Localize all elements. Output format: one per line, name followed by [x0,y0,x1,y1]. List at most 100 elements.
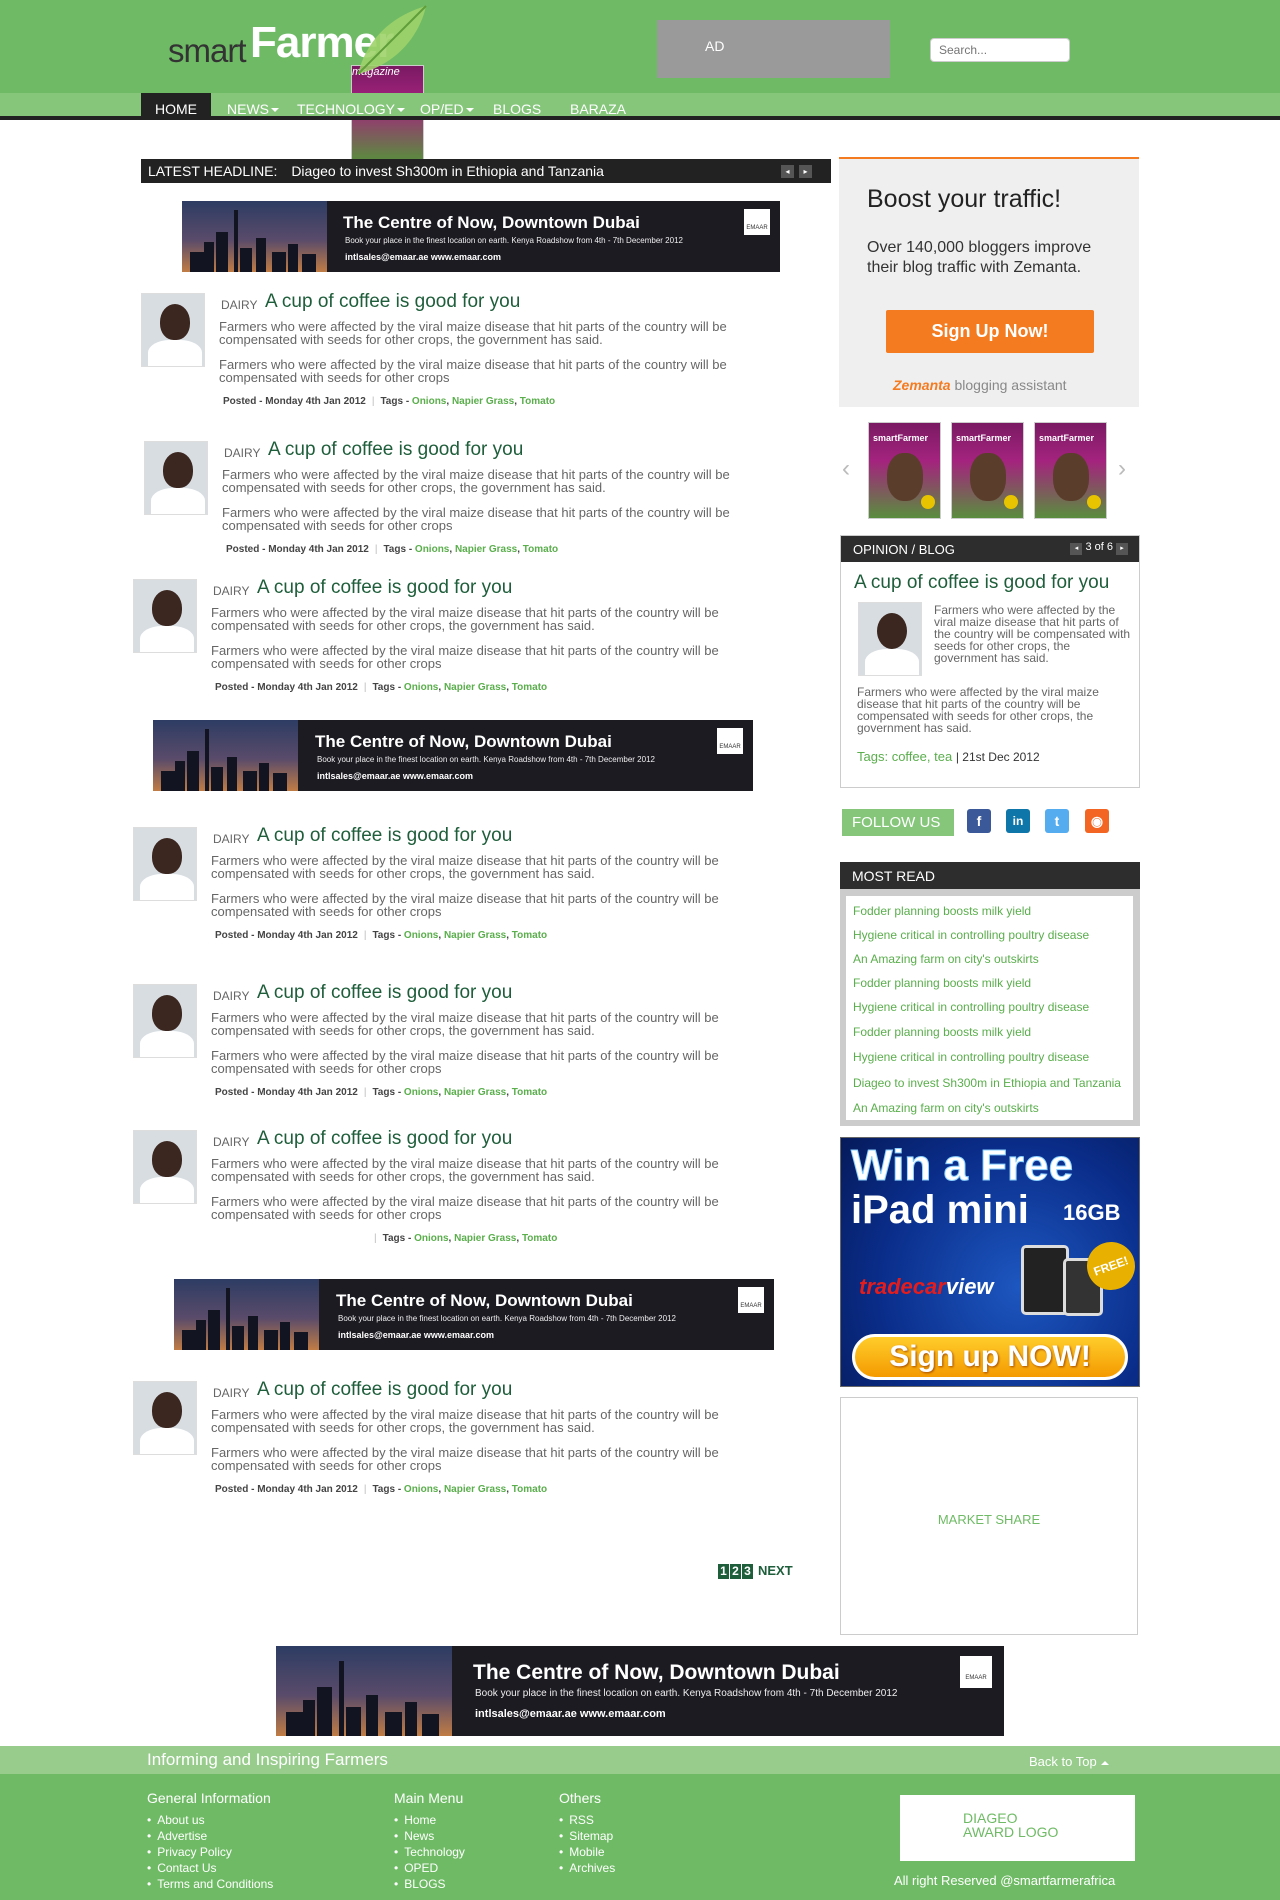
site-logo[interactable]: smart Farmer magazine [168,5,448,162]
page-3-link[interactable]: 3 [742,1564,753,1579]
opinion-prev-icon[interactable]: ◂ [1070,543,1083,555]
article-tag-link[interactable]: Napier Grass [444,1087,506,1098]
opinion-next-icon[interactable]: ▸ [1116,543,1128,555]
article-thumbnail[interactable] [133,1130,197,1204]
magazine-cover[interactable]: smartFarmer [951,422,1024,519]
article-tag-link[interactable]: Tomato [512,1484,547,1495]
article-title[interactable]: A cup of coffee is good for you [257,825,512,847]
article-title[interactable]: A cup of coffee is good for you [257,982,512,1004]
article-tag-link[interactable]: Napier Grass [444,1484,506,1495]
article-tag-link[interactable]: Napier Grass [444,930,506,941]
carousel-prev-icon[interactable]: ‹ [842,455,850,483]
article-tag-link[interactable]: Tomato [512,1087,547,1098]
article-tag-link[interactable]: Tomato [522,1233,557,1244]
article-tag-link[interactable]: Napier Grass [444,682,506,693]
emaar-banner-ad[interactable]: The Centre of Now, Downtown Dubai Book yo… [182,201,780,272]
article-tag-link[interactable]: Tomato [520,396,555,407]
footer-link[interactable]: Terms and Conditions [147,1876,273,1892]
magazine-cover[interactable]: smartFarmer [1034,422,1107,519]
most-read-link[interactable]: An Amazing farm on city's outskirts [853,1101,1039,1115]
footer-link[interactable]: Sitemap [559,1828,615,1844]
nav-baraza[interactable]: BARAZA [570,93,626,120]
back-to-top-link[interactable]: Back to Top [1029,1754,1109,1769]
most-read-link[interactable]: Hygiene critical in controlling poultry … [853,928,1089,942]
article-thumbnail[interactable] [144,441,208,515]
article-title[interactable]: A cup of coffee is good for you [265,291,520,313]
article-tag-link[interactable]: Napier Grass [455,544,517,555]
linkedin-icon[interactable]: in [1006,809,1030,833]
nav-news[interactable]: NEWS [227,93,279,120]
article-tag-link[interactable]: Onions [414,1233,448,1244]
magazine-cover[interactable]: smartFarmer [868,422,941,519]
article-title[interactable]: A cup of coffee is good for you [257,1128,512,1150]
footer-link[interactable]: Technology [394,1844,465,1860]
emaar-banner-ad[interactable]: The Centre of Now, Downtown Dubai Book yo… [276,1646,1004,1736]
nav-oped[interactable]: OP/ED [420,93,474,120]
footer-link[interactable]: Privacy Policy [147,1844,273,1860]
article-category[interactable]: DAIRY [224,446,260,460]
article-tag-link[interactable]: Tomato [512,930,547,941]
twitter-icon[interactable]: t [1045,809,1069,833]
ipad-signup-button[interactable]: Sign up NOW! [852,1334,1128,1380]
footer-link[interactable]: News [394,1828,465,1844]
footer-link[interactable]: Archives [559,1860,615,1876]
article-category[interactable]: DAIRY [221,298,257,312]
footer-link[interactable]: Home [394,1812,465,1828]
zemanta-signup-button[interactable]: Sign Up Now! [886,310,1094,353]
article-thumbnail[interactable] [133,579,197,653]
article-tag-link[interactable]: Onions [404,930,438,941]
article-thumbnail[interactable] [133,984,197,1058]
article-tag-link[interactable]: Tomato [512,682,547,693]
next-page-link[interactable]: NEXT [758,1563,793,1578]
search-input[interactable] [930,38,1070,62]
most-read-link[interactable]: Hygiene critical in controlling poultry … [853,1000,1089,1014]
most-read-link[interactable]: Fodder planning boosts milk yield [853,1025,1031,1039]
article-thumbnail[interactable] [133,827,197,901]
most-read-link[interactable]: Fodder planning boosts milk yield [853,904,1031,918]
footer-link[interactable]: Contact Us [147,1860,273,1876]
nav-blogs[interactable]: BLOGS [493,93,541,120]
opinion-tags-links[interactable]: coffee, tea [892,749,952,764]
footer-link[interactable]: About us [147,1812,273,1828]
article-tag-link[interactable]: Onions [415,544,449,555]
rss-icon[interactable]: ◉ [1085,809,1109,833]
footer-link[interactable]: Advertise [147,1828,273,1844]
article-category[interactable]: DAIRY [213,832,249,846]
article-tag-link[interactable]: Napier Grass [452,396,514,407]
page-2-link[interactable]: 2 [730,1564,741,1579]
article-title[interactable]: A cup of coffee is good for you [257,577,512,599]
article-tag-link[interactable]: Onions [412,396,446,407]
most-read-link[interactable]: Fodder planning boosts milk yield [853,976,1031,990]
footer-link[interactable]: RSS [559,1812,615,1828]
footer-link[interactable]: Mobile [559,1844,615,1860]
article-category[interactable]: DAIRY [213,1135,249,1149]
article-tag-link[interactable]: Onions [404,1087,438,1098]
market-share-box[interactable]: MARKET SHARE [840,1397,1138,1635]
footer-link[interactable]: BLOGS [394,1876,465,1892]
nav-technology[interactable]: TECHNOLOGY [297,93,406,120]
article-tag-link[interactable]: Tomato [523,544,558,555]
emaar-banner-ad[interactable]: The Centre of Now, Downtown Dubai Book yo… [153,720,753,791]
most-read-link[interactable]: An Amazing farm on city's outskirts [853,952,1039,966]
carousel-next-icon[interactable]: › [1118,455,1126,483]
emaar-banner-ad[interactable]: The Centre of Now, Downtown Dubai Book yo… [174,1279,774,1350]
article-title[interactable]: A cup of coffee is good for you [268,439,523,461]
article-thumbnail[interactable] [133,1381,197,1455]
article-tag-link[interactable]: Onions [404,682,438,693]
article-tag-link[interactable]: Onions [404,1484,438,1495]
opinion-title[interactable]: A cup of coffee is good for you [854,572,1109,594]
article-title[interactable]: A cup of coffee is good for you [257,1379,512,1401]
header-ad[interactable]: AD [657,20,890,78]
most-read-link[interactable]: Hygiene critical in controlling poultry … [853,1050,1089,1064]
article-category[interactable]: DAIRY [213,989,249,1003]
headline-next-icon[interactable]: ▸ [799,165,812,178]
article-category[interactable]: DAIRY [213,584,249,598]
facebook-icon[interactable]: f [967,809,991,833]
article-tag-link[interactable]: Napier Grass [454,1233,516,1244]
article-thumbnail[interactable] [141,293,205,367]
latest-headline-link[interactable]: Diageo to invest Sh300m in Ethiopia and … [291,163,604,179]
nav-home[interactable]: HOME [141,93,211,120]
article-category[interactable]: DAIRY [213,1386,249,1400]
most-read-link[interactable]: Diageo to invest Sh300m in Ethiopia and … [853,1076,1121,1090]
headline-prev-icon[interactable]: ◂ [781,165,794,178]
